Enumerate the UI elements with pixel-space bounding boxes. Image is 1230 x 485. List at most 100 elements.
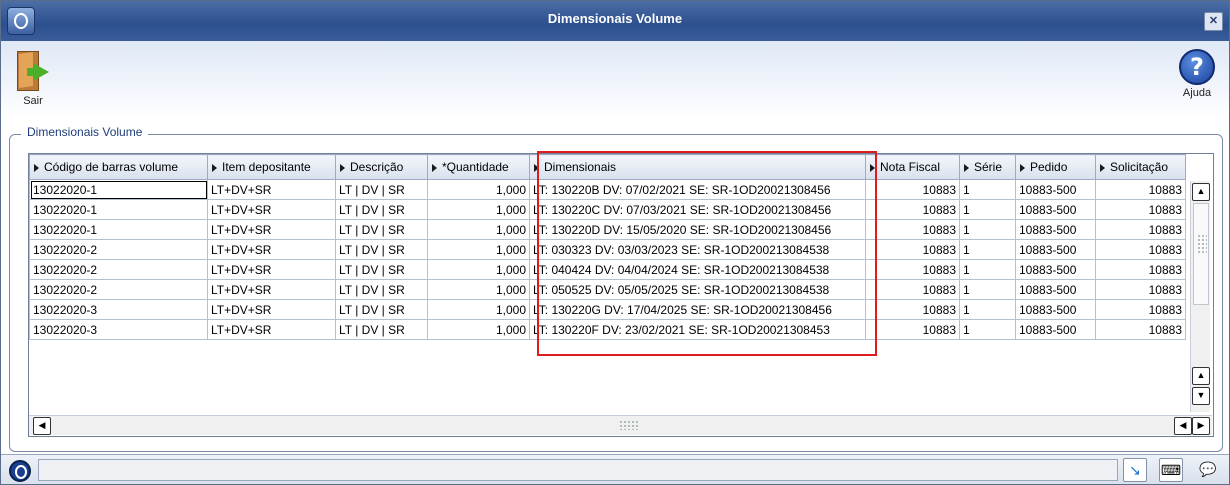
table-cell[interactable]: 1 [959, 319, 1016, 340]
table-cell[interactable]: LT | DV | SR [335, 279, 428, 300]
scroll-up-button-bottom[interactable]: ▲ [1192, 367, 1210, 385]
column-header[interactable]: Nota Fiscal [865, 154, 960, 180]
table-cell[interactable]: LT | DV | SR [335, 299, 428, 320]
table-cell[interactable]: 13022020-3 [29, 299, 208, 320]
table-cell[interactable]: LT | DV | SR [335, 259, 428, 280]
table-cell[interactable]: 10883 [1095, 279, 1186, 300]
table-cell[interactable]: 10883 [1095, 219, 1186, 240]
table-cell[interactable]: LT | DV | SR [335, 239, 428, 260]
table-cell[interactable]: 10883-500 [1015, 299, 1096, 320]
table-cell[interactable]: 1,000 [427, 319, 530, 340]
column-header[interactable]: Descrição [335, 154, 428, 180]
table-cell[interactable]: 1 [959, 299, 1016, 320]
table-cell[interactable]: 10883-500 [1015, 319, 1096, 340]
table-cell[interactable]: 10883 [865, 219, 960, 240]
table-cell[interactable]: 10883 [865, 319, 960, 340]
table-cell[interactable]: 10883 [865, 259, 960, 280]
shrink-button[interactable]: ↘ [1123, 458, 1147, 482]
scroll-up-button[interactable]: ▲ [1192, 183, 1210, 201]
table-cell[interactable]: LT: 130220F DV: 23/02/2021 SE: SR-1OD200… [529, 319, 866, 340]
table-cell[interactable]: LT: 130220G DV: 17/04/2025 SE: SR-1OD200… [529, 299, 866, 320]
table-row[interactable]: 13022020-3 LT+DV+SR LT | DV | SR 1,000 LT: 1… [29, 319, 1186, 340]
scroll-left-button-right[interactable]: ◀ [1174, 417, 1192, 435]
table-cell[interactable]: LT+DV+SR [207, 239, 336, 260]
table-cell[interactable]: 10883 [1095, 179, 1186, 200]
table-cell[interactable]: 10883 [865, 239, 960, 260]
table-cell[interactable]: 10883-500 [1015, 239, 1096, 260]
table-cell[interactable]: LT | DV | SR [335, 219, 428, 240]
data-grid[interactable]: Código de barras volume Item depositante D… [28, 153, 1214, 437]
table-cell[interactable]: LT | DV | SR [335, 179, 428, 200]
table-cell[interactable]: LT: 040424 DV: 04/04/2024 SE: SR-1OD2002… [529, 259, 866, 280]
title-bar[interactable]: Dimensionais Volume ✕ [1, 1, 1229, 41]
table-cell[interactable]: 10883 [1095, 299, 1186, 320]
table-cell[interactable]: LT | DV | SR [335, 319, 428, 340]
table-row[interactable]: 13022020-2 LT+DV+SR LT | DV | SR 1,000 LT: 0… [29, 279, 1186, 300]
table-cell[interactable]: 1,000 [427, 239, 530, 260]
scroll-right-button[interactable]: ▶ [1192, 417, 1210, 435]
table-cell[interactable]: 10883-500 [1015, 259, 1096, 280]
table-cell[interactable]: LT: 130220C DV: 07/03/2021 SE: SR-1OD200… [529, 199, 866, 220]
table-cell[interactable]: 10883 [1095, 259, 1186, 280]
table-cell[interactable]: 1,000 [427, 179, 530, 200]
table-cell[interactable]: 13022020-2 [29, 259, 208, 280]
table-row[interactable]: 13022020-1 LT+DV+SR LT | DV | SR 1,000 LT: 1… [29, 179, 1186, 200]
column-header[interactable]: Dimensionais [529, 154, 866, 180]
table-cell[interactable]: 1 [959, 259, 1016, 280]
table-cell[interactable]: LT: 030323 DV: 03/03/2023 SE: SR-1OD2002… [529, 239, 866, 260]
table-cell[interactable]: 10883 [865, 199, 960, 220]
table-cell[interactable]: 10883 [865, 299, 960, 320]
exit-button[interactable]: Sair [3, 49, 63, 107]
table-row[interactable]: 13022020-2 LT+DV+SR LT | DV | SR 1,000 LT: 0… [29, 259, 1186, 280]
table-cell[interactable]: 1,000 [427, 219, 530, 240]
table-cell[interactable]: 10883-500 [1015, 279, 1096, 300]
table-cell[interactable]: LT | DV | SR [335, 199, 428, 220]
column-header[interactable]: Série [959, 154, 1016, 180]
vertical-scrollbar[interactable]: ▲ ▲ ▼ [1190, 181, 1210, 412]
column-header[interactable]: *Quantidade [427, 154, 530, 180]
table-cell[interactable]: 10883 [865, 279, 960, 300]
vertical-scroll-thumb[interactable] [1193, 203, 1209, 305]
table-cell[interactable]: LT: 130220B DV: 07/02/2021 SE: SR-1OD200… [529, 179, 866, 200]
column-header[interactable]: Código de barras volume [29, 154, 208, 180]
table-cell[interactable]: 1,000 [427, 299, 530, 320]
table-cell[interactable]: LT+DV+SR [207, 299, 336, 320]
table-cell[interactable]: 13022020-2 [29, 239, 208, 260]
table-cell[interactable]: LT+DV+SR [207, 219, 336, 240]
table-cell[interactable]: 1,000 [427, 199, 530, 220]
table-cell[interactable]: LT+DV+SR [207, 319, 336, 340]
scroll-left-button[interactable]: ◀ [33, 417, 51, 435]
table-cell[interactable]: 1 [959, 199, 1016, 220]
table-cell[interactable]: 13022020-3 [29, 319, 208, 340]
table-cell[interactable]: LT+DV+SR [207, 179, 336, 200]
table-cell[interactable]: 10883-500 [1015, 219, 1096, 240]
table-cell[interactable]: 10883 [865, 179, 960, 200]
table-cell[interactable]: 1 [959, 219, 1016, 240]
help-button[interactable]: ? Ajuda [1167, 49, 1227, 99]
table-cell[interactable]: 13022020-1 [29, 219, 208, 240]
scroll-down-button[interactable]: ▼ [1192, 387, 1210, 405]
horizontal-scrollbar[interactable]: ◀ ◀ ▶ [29, 415, 1212, 435]
table-cell[interactable]: LT+DV+SR [207, 279, 336, 300]
table-cell[interactable]: LT+DV+SR [207, 259, 336, 280]
table-cell[interactable]: 10883-500 [1015, 179, 1096, 200]
table-row[interactable]: 13022020-2 LT+DV+SR LT | DV | SR 1,000 LT: 0… [29, 239, 1186, 260]
keyboard-button[interactable]: ⌨ [1159, 458, 1183, 482]
table-cell[interactable]: LT+DV+SR [207, 199, 336, 220]
close-button[interactable]: ✕ [1204, 12, 1223, 31]
table-cell[interactable]: LT: 050525 DV: 05/05/2025 SE: SR-1OD2002… [529, 279, 866, 300]
table-cell[interactable]: 13022020-1 [29, 179, 208, 200]
table-row[interactable]: 13022020-3 LT+DV+SR LT | DV | SR 1,000 LT: 1… [29, 299, 1186, 320]
table-cell[interactable]: 13022020-2 [29, 279, 208, 300]
table-cell[interactable]: 1 [959, 279, 1016, 300]
chat-button[interactable]: 💬 [1197, 458, 1219, 480]
table-row[interactable]: 13022020-1 LT+DV+SR LT | DV | SR 1,000 LT: 1… [29, 199, 1186, 220]
table-cell[interactable]: 1,000 [427, 279, 530, 300]
table-cell[interactable]: 1 [959, 179, 1016, 200]
table-cell[interactable]: 1,000 [427, 259, 530, 280]
table-cell[interactable]: 10883 [1095, 199, 1186, 220]
column-header[interactable]: Item depositante [207, 154, 336, 180]
table-cell[interactable]: 13022020-1 [29, 199, 208, 220]
table-cell[interactable]: LT: 130220D DV: 15/05/2020 SE: SR-1OD200… [529, 219, 866, 240]
table-cell[interactable]: 10883-500 [1015, 199, 1096, 220]
